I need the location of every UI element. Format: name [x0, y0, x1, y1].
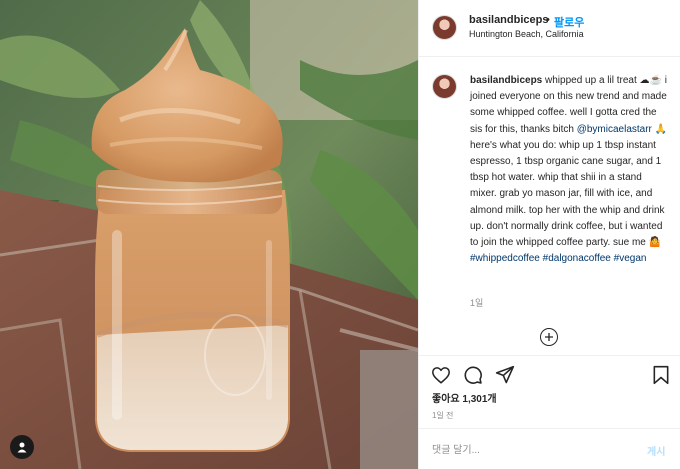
post-location[interactable]: Huntington Beach, California	[469, 29, 584, 39]
load-more-comments-button[interactable]	[540, 328, 558, 346]
pray-emoji: 🙏	[651, 123, 668, 135]
bookmark-icon	[653, 365, 669, 385]
heart-icon	[432, 367, 450, 384]
comment-bar: 게시	[419, 428, 680, 469]
caption-section: basilandbiceps whipped up a lil treat ☁☕…	[419, 58, 680, 354]
share-button[interactable]	[494, 364, 516, 386]
plus-circle-icon	[545, 333, 553, 341]
user-tag-icon	[17, 442, 27, 453]
shrug-emoji: 🤷	[648, 237, 662, 249]
hashtag-links[interactable]: #whippedcoffee #dalgonacoffee #vegan	[470, 253, 646, 264]
caption-text: basilandbiceps whipped up a lil treat ☁☕…	[470, 73, 670, 267]
comment-button[interactable]	[462, 364, 484, 386]
avatar[interactable]	[432, 15, 457, 40]
mention-link[interactable]: @bymicaelastarr	[577, 124, 652, 135]
follow-button[interactable]: 팔로우	[554, 14, 584, 30]
author-username[interactable]: basilandbiceps	[469, 14, 548, 26]
comment-input[interactable]	[432, 442, 622, 458]
action-bar: 좋아요 1,301개 1일 전	[419, 355, 680, 427]
share-icon	[495, 365, 515, 384]
like-count[interactable]: 좋아요 1,301개	[432, 390, 497, 405]
cloud-coffee-emoji: ☁☕	[639, 75, 662, 86]
post-photo[interactable]	[0, 0, 418, 469]
separator-dot: •	[546, 14, 550, 26]
caption-time: 1일	[470, 298, 484, 308]
comment-icon	[464, 366, 482, 384]
caption-part: whipped up a lil treat	[542, 75, 640, 86]
caption-part: here's what you do: whip up 1 tbsp insta…	[470, 139, 665, 249]
post-side-panel: basilandbiceps • 팔로우 Huntington Beach, C…	[418, 0, 680, 469]
post-header: basilandbiceps • 팔로우 Huntington Beach, C…	[419, 0, 680, 57]
like-button[interactable]	[430, 364, 452, 386]
caption-username[interactable]: basilandbiceps	[470, 75, 542, 86]
photo-image	[0, 0, 418, 469]
post-comment-button[interactable]: 게시	[647, 443, 665, 458]
user-tag-button[interactable]	[10, 435, 34, 459]
caption-avatar[interactable]	[432, 74, 457, 99]
save-button[interactable]	[650, 364, 672, 386]
post-date: 1일 전	[432, 411, 454, 420]
